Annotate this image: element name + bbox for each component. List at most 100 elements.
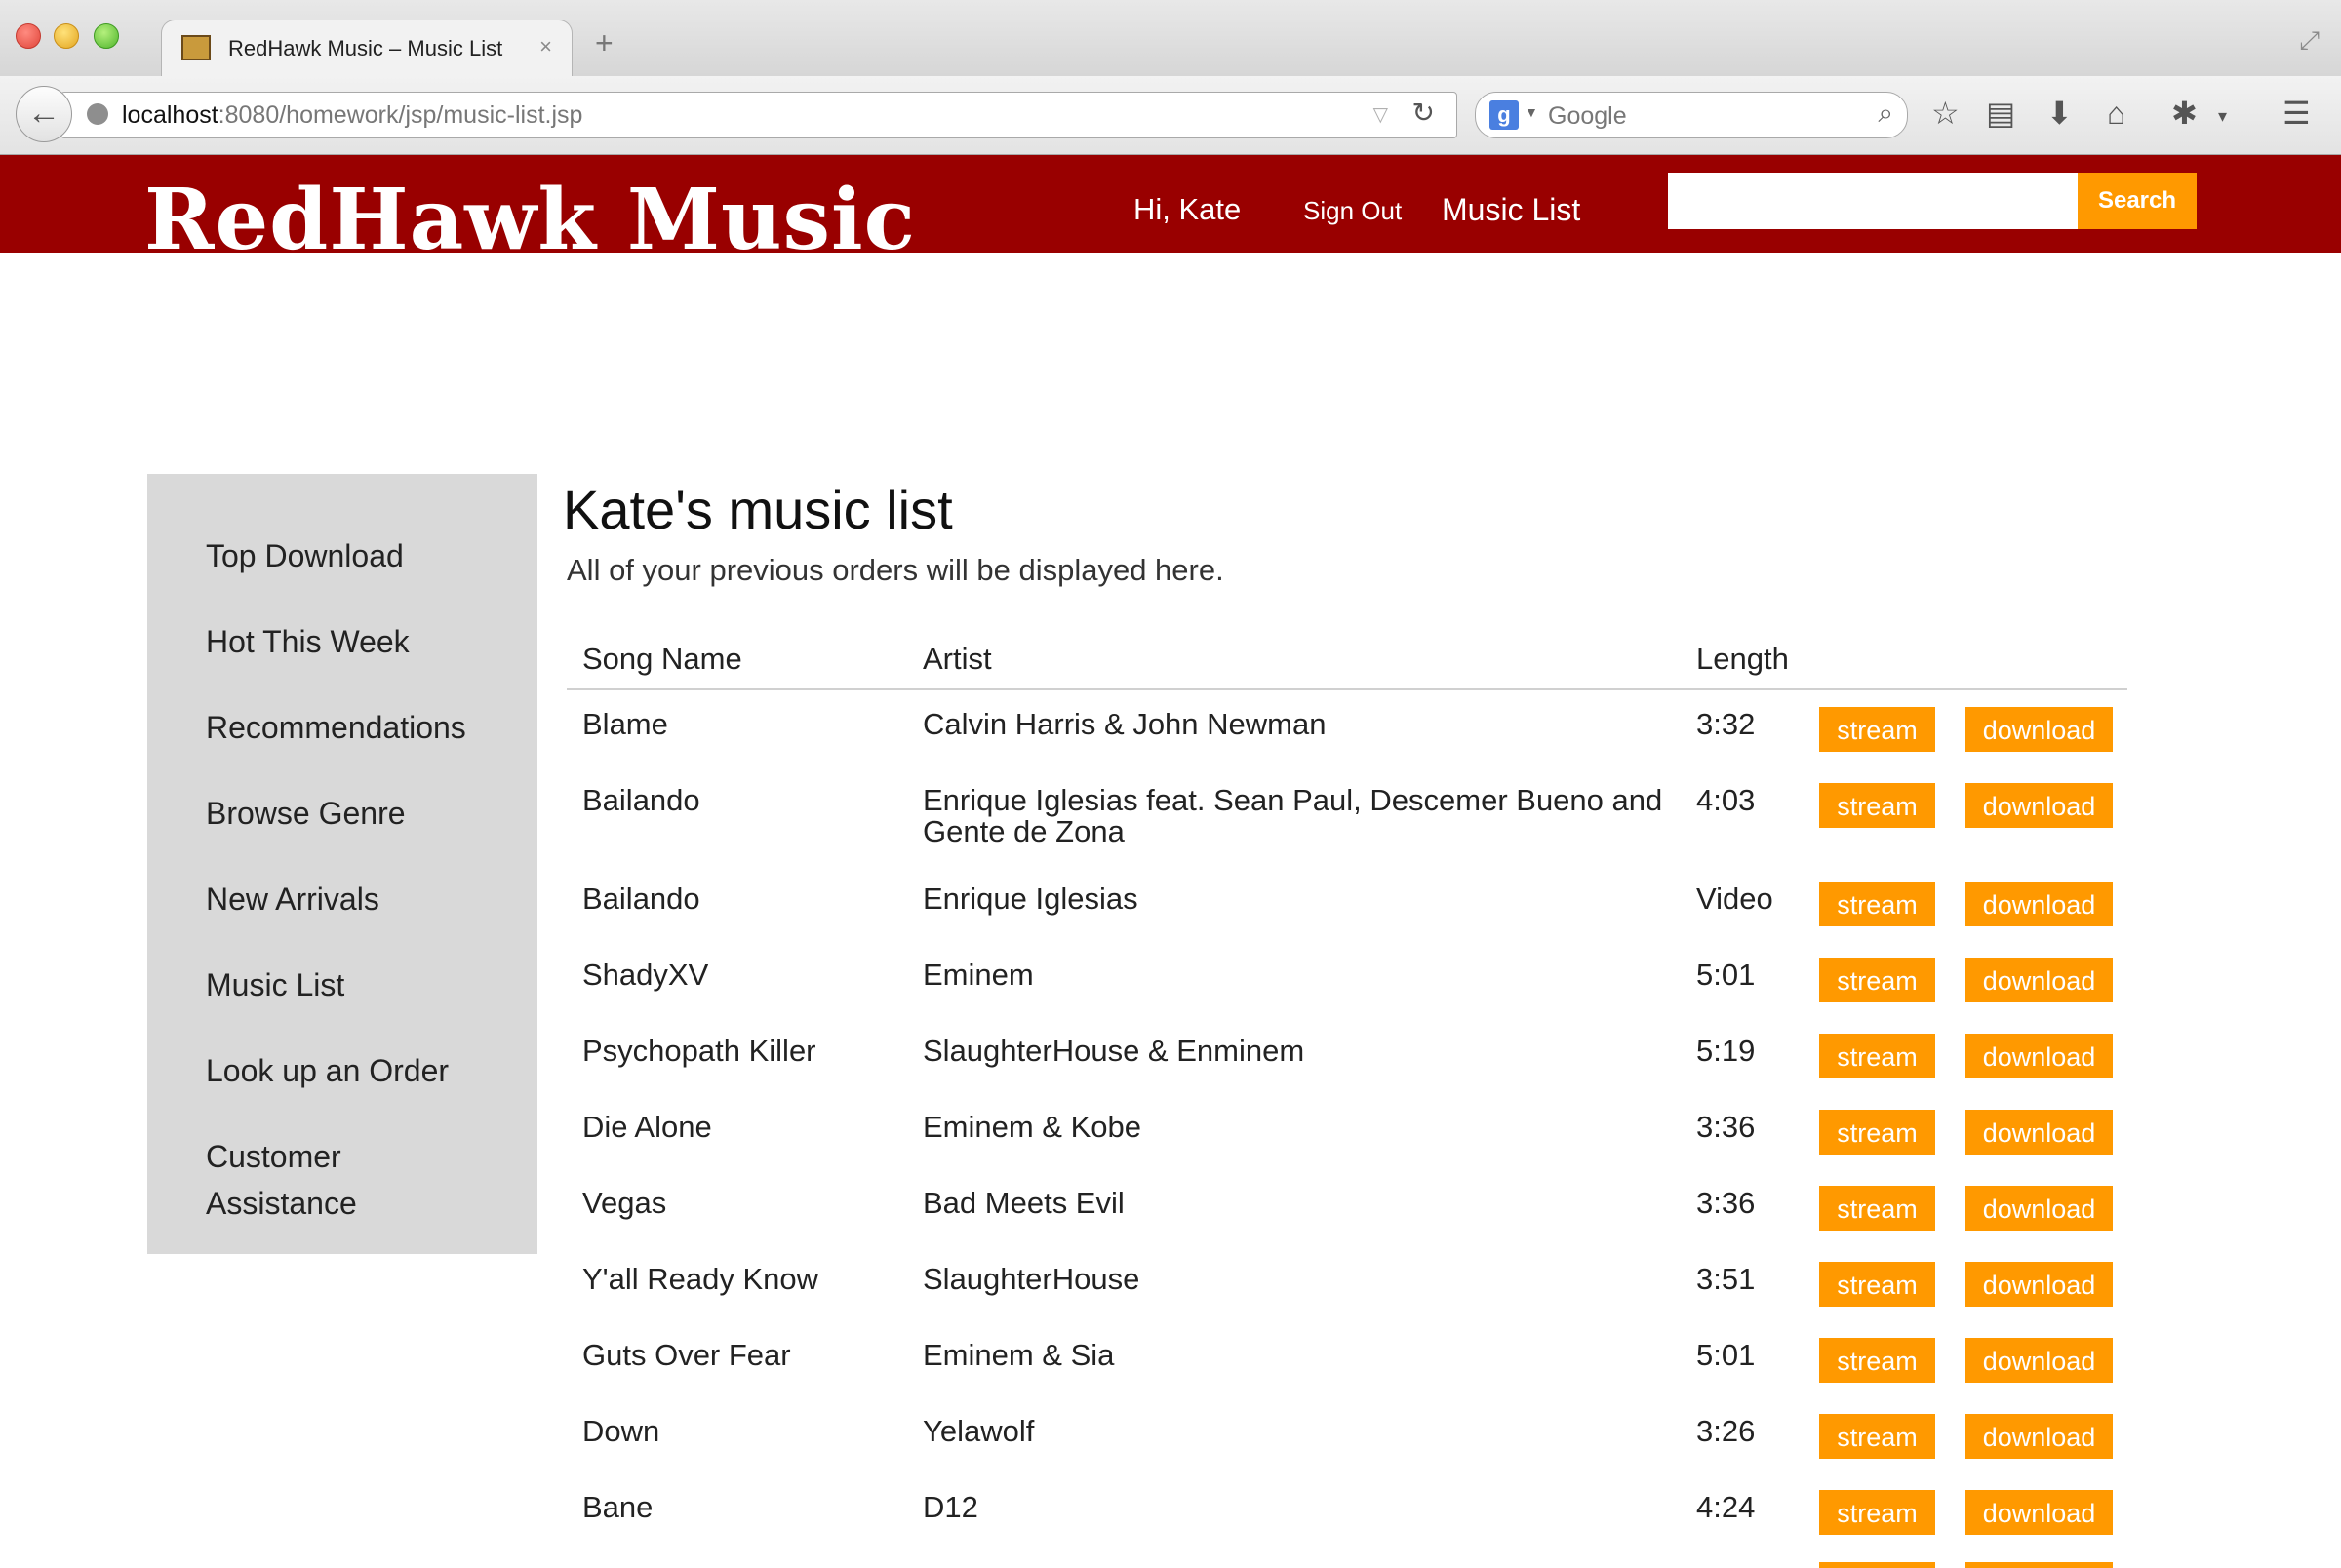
fullscreen-icon[interactable]: ⤢	[2299, 25, 2320, 57]
stream-button[interactable]: stream	[1819, 707, 1935, 752]
stream-button[interactable]: stream	[1819, 882, 1935, 926]
download-button[interactable]: download	[1965, 1110, 2113, 1155]
url-text[interactable]: localhost:8080/homework/jsp/music-list.j…	[122, 101, 582, 130]
site-logo[interactable]: RedHawk Music	[144, 178, 916, 254]
site-search-button[interactable]: Search	[2078, 173, 2197, 229]
length-cell: 3:36	[1696, 1186, 1756, 1220]
artist-cell: Eminem & Kobe	[923, 1110, 1141, 1144]
browser-tab-bar: RedHawk Music – Music List × + ⤢	[0, 0, 2341, 77]
tab-close-icon[interactable]: ×	[539, 34, 552, 59]
reload-icon[interactable]: ↻	[1412, 97, 1435, 129]
tab-title: RedHawk Music – Music List	[228, 36, 503, 60]
length-cell: Video	[1696, 882, 1773, 916]
download-button[interactable]: download	[1965, 1034, 2113, 1078]
extension-dropdown-icon[interactable]: ▾	[2218, 107, 2227, 125]
artist-cell: Enrique Iglesias	[923, 882, 1138, 916]
song-name-cell: ShadyXV	[582, 958, 709, 992]
search-icon[interactable]: ⌕	[1878, 98, 1893, 130]
song-name-cell: Bailando	[582, 783, 700, 817]
length-cell: 4:03	[1696, 783, 1756, 817]
length-cell: 3:36	[1696, 1110, 1756, 1144]
stream-button[interactable]: stream	[1819, 1034, 1935, 1078]
extension-icon[interactable]: ✱	[2171, 98, 2198, 129]
download-button[interactable]: download	[1965, 783, 2113, 828]
url-host: localhost	[122, 101, 218, 129]
stream-button[interactable]: stream	[1819, 1414, 1935, 1459]
home-icon[interactable]: ⌂	[2107, 98, 2125, 129]
download-button[interactable]: download	[1965, 882, 2113, 926]
download-button[interactable]: download	[1965, 958, 2113, 1002]
sidebar-item-recommendations[interactable]: Recommendations	[206, 704, 498, 751]
artist-cell: Eminem	[923, 958, 1034, 992]
stream-button[interactable]: stream	[1819, 1186, 1935, 1231]
download-button[interactable]: download	[1965, 1262, 2113, 1307]
partial-stream-button[interactable]	[1819, 1562, 1935, 1568]
download-button[interactable]: download	[1965, 1186, 2113, 1231]
site-header: RedHawk Music Hi, Kate Sign Out Music Li…	[0, 155, 2341, 253]
search-engine-dropdown-icon[interactable]: ▼	[1525, 104, 1538, 120]
sidebar-item-top-download[interactable]: Top Download	[206, 532, 498, 579]
partial-download-button[interactable]	[1965, 1562, 2113, 1568]
song-name-cell: Blame	[582, 707, 668, 741]
page-subtitle: All of your previous orders will be disp…	[567, 553, 1224, 587]
greeting-link[interactable]: Hi, Kate	[1133, 192, 1241, 227]
new-tab-button[interactable]: +	[595, 27, 614, 59]
song-name-cell: Y'all Ready Know	[582, 1262, 818, 1296]
download-button[interactable]: download	[1965, 1338, 2113, 1383]
stream-button[interactable]: stream	[1819, 958, 1935, 1002]
music-list-link[interactable]: Music List	[1442, 192, 1580, 228]
browser-nav-bar: localhost:8080/homework/jsp/music-list.j…	[0, 76, 2341, 155]
artist-cell: Bad Meets Evil	[923, 1186, 1125, 1220]
browser-search-bar[interactable]: g ▼ Google ⌕	[1475, 92, 1908, 138]
menu-icon[interactable]: ☰	[2282, 98, 2311, 129]
artist-cell: SlaughterHouse & Enminem	[923, 1034, 1305, 1068]
song-name-cell: Vegas	[582, 1186, 667, 1220]
table-header: Song Name Artist Length	[567, 634, 2127, 690]
stream-button[interactable]: stream	[1819, 1262, 1935, 1307]
globe-icon	[87, 103, 108, 125]
page-title: Kate's music list	[563, 479, 953, 540]
window-minimize-button[interactable]	[54, 23, 79, 49]
download-button[interactable]: download	[1965, 1414, 2113, 1459]
stream-button[interactable]: stream	[1819, 783, 1935, 828]
sign-out-link[interactable]: Sign Out	[1303, 196, 1402, 226]
url-path: :8080/homework/jsp/music-list.jsp	[218, 101, 583, 129]
back-arrow-icon: ←	[27, 95, 60, 132]
song-name-cell: Bailando	[582, 882, 700, 916]
artist-cell: D12	[923, 1490, 978, 1524]
bookmark-star-icon[interactable]: ☆	[1931, 98, 1960, 129]
browser-search-placeholder: Google	[1548, 102, 1627, 130]
song-name-cell: Psychopath Killer	[582, 1034, 816, 1068]
sidebar-item-look-up-order[interactable]: Look up an Order	[206, 1047, 498, 1094]
browser-tab[interactable]: RedHawk Music – Music List ×	[161, 20, 573, 77]
column-header-artist: Artist	[923, 642, 992, 676]
downloads-icon[interactable]: ⬇	[2046, 98, 2073, 129]
url-bar[interactable]: localhost:8080/homework/jsp/music-list.j…	[60, 92, 1457, 138]
length-cell: 3:32	[1696, 707, 1756, 741]
url-history-dropdown-icon[interactable]: ▽	[1373, 102, 1388, 127]
song-name-cell: Guts Over Fear	[582, 1338, 791, 1372]
stream-button[interactable]: stream	[1819, 1490, 1935, 1535]
sidebar-item-customer-assistance[interactable]: Customer Assistance	[206, 1133, 401, 1227]
artist-cell: Enrique Iglesias feat. Sean Paul, Descem…	[923, 783, 1663, 848]
bookmarks-list-icon[interactable]: ▤	[1986, 98, 2015, 129]
length-cell: 5:01	[1696, 1338, 1756, 1372]
sidebar-item-hot-this-week[interactable]: Hot This Week	[206, 618, 498, 665]
back-button[interactable]: ←	[16, 86, 72, 142]
sidebar: Top Download Hot This Week Recommendatio…	[147, 474, 537, 1254]
window-close-button[interactable]	[16, 23, 41, 49]
sidebar-item-new-arrivals[interactable]: New Arrivals	[206, 876, 498, 922]
stream-button[interactable]: stream	[1819, 1338, 1935, 1383]
window-zoom-button[interactable]	[94, 23, 119, 49]
download-button[interactable]: download	[1965, 707, 2113, 752]
song-name-cell: Down	[582, 1414, 660, 1448]
stream-button[interactable]: stream	[1819, 1110, 1935, 1155]
artist-cell: Eminem & Sia	[923, 1338, 1115, 1372]
length-cell: 5:01	[1696, 958, 1756, 992]
artist-cell: Calvin Harris & John Newman	[923, 707, 1327, 741]
sidebar-item-browse-genre[interactable]: Browse Genre	[206, 790, 498, 837]
sidebar-item-music-list[interactable]: Music List	[206, 961, 498, 1008]
site-search-input[interactable]	[1668, 173, 2078, 229]
google-icon[interactable]: g	[1489, 100, 1519, 130]
download-button[interactable]: download	[1965, 1490, 2113, 1535]
